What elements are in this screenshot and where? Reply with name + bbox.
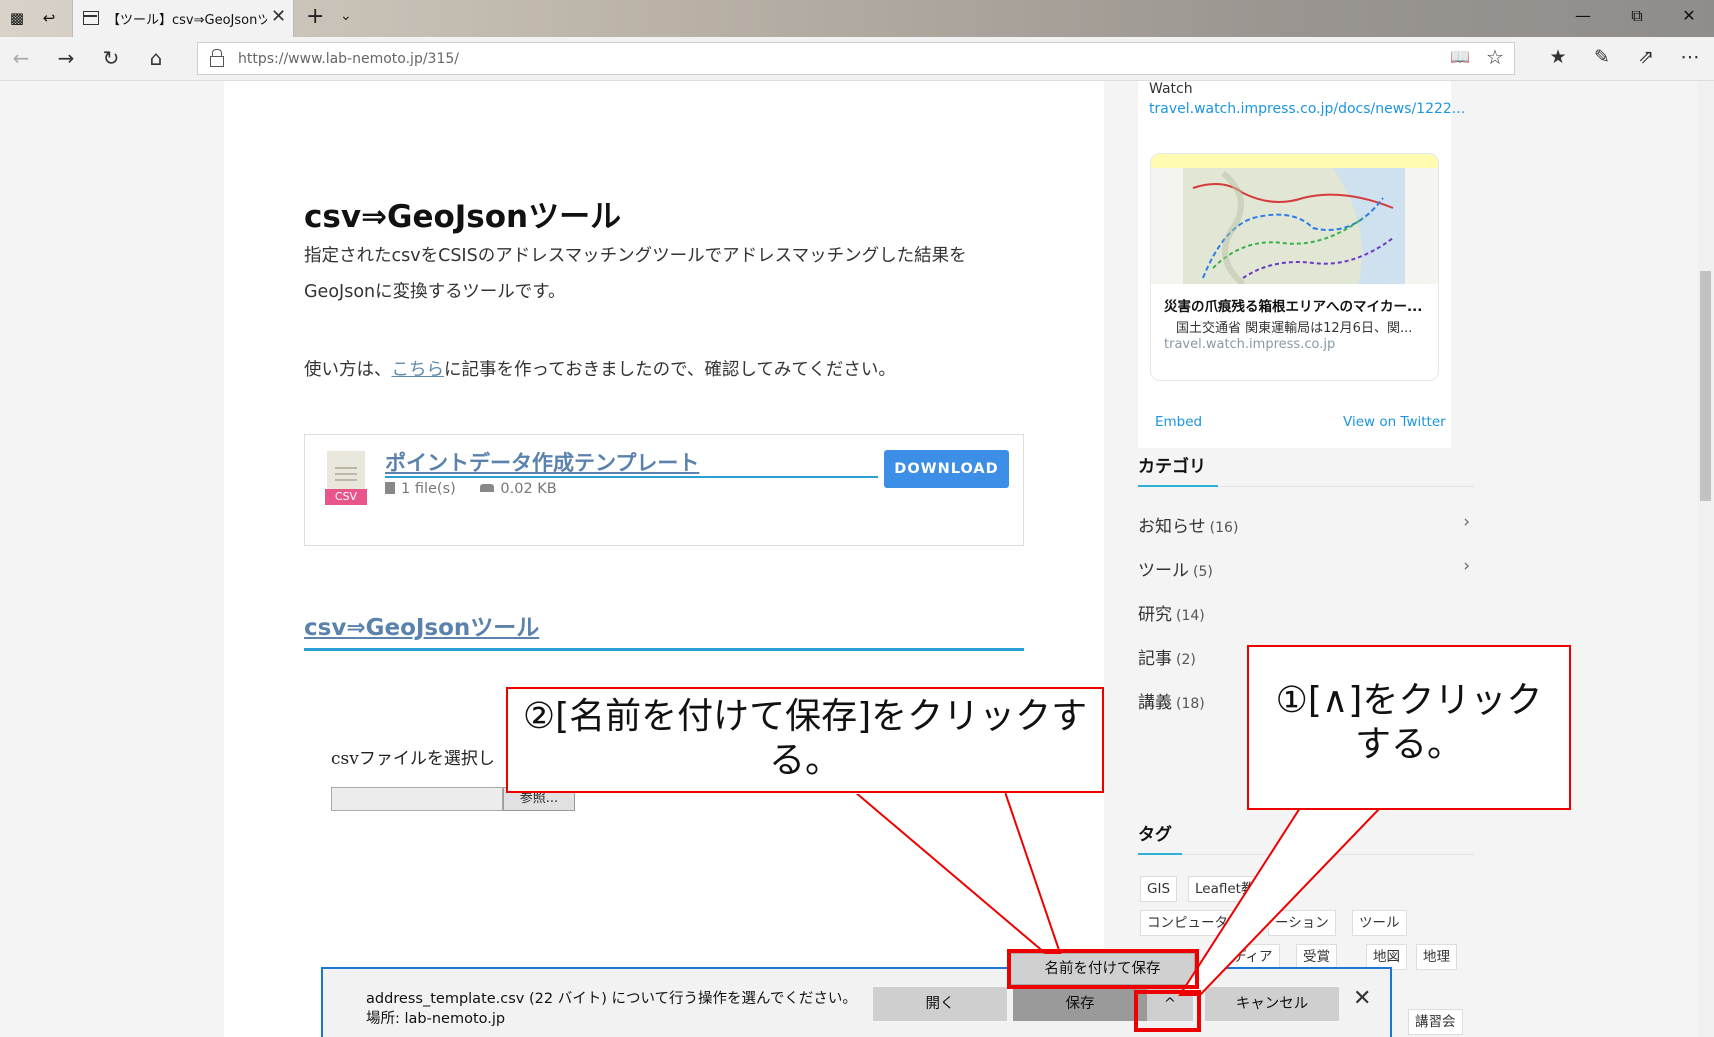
highlight-save-as xyxy=(1007,949,1199,989)
annotation-callout-pointers xyxy=(852,790,1383,996)
highlight-chevron xyxy=(1134,990,1201,1032)
annotation-callout-1: ①[∧]をクリックする。 xyxy=(1247,645,1571,810)
annotation-callout-2: ②[名前を付けて保存]をクリックする。 xyxy=(506,687,1104,793)
